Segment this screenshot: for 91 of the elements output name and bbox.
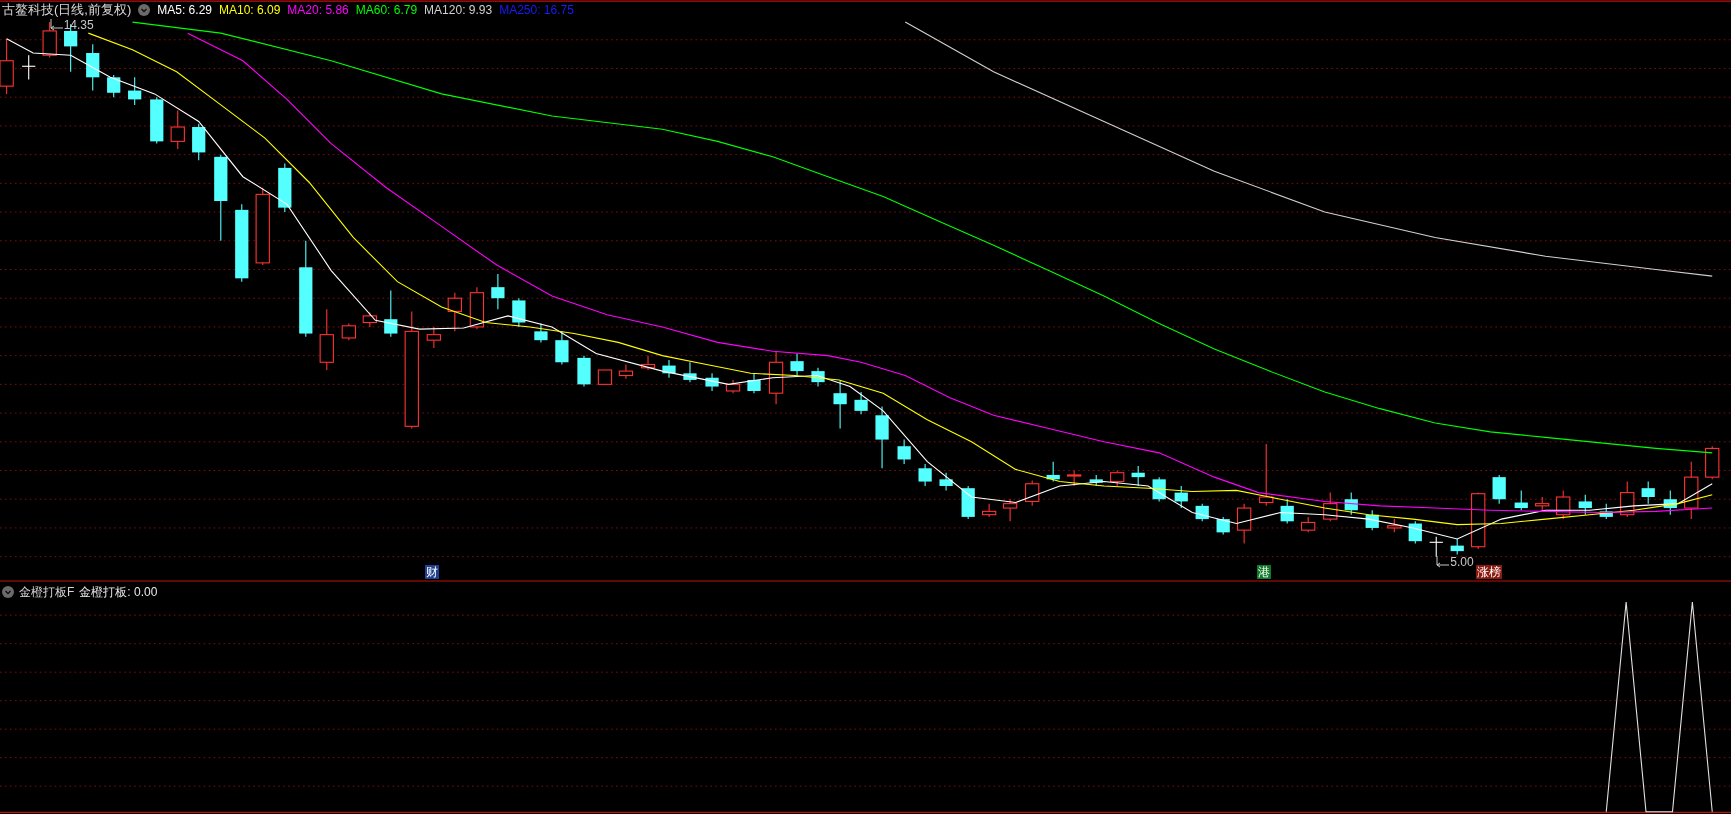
collapse-icon[interactable] (138, 4, 151, 16)
candlestick (577, 355, 591, 388)
candlestick (725, 379, 741, 394)
candlestick (447, 292, 462, 332)
candlestick (1025, 479, 1040, 507)
candlestick (1174, 485, 1188, 509)
candlestick (341, 323, 357, 341)
event-tag[interactable]: 财 (424, 565, 439, 580)
candlestick (618, 363, 634, 380)
candlestick (790, 352, 804, 377)
moving-average-reading: MA20: 5.86 (287, 2, 349, 19)
candlestick (1280, 498, 1294, 525)
candlestick (170, 109, 185, 150)
candlestick (1556, 489, 1571, 520)
candlestick (939, 472, 953, 491)
candlestick (534, 323, 548, 343)
candlestick (21, 54, 36, 81)
candlestick (1046, 461, 1060, 483)
arrow-icon (1436, 555, 1451, 568)
candlestick (278, 162, 292, 213)
candlestick (1684, 461, 1699, 520)
candlestick (426, 326, 442, 349)
low-price-marker: 5.00 (1450, 555, 1474, 568)
candlestick (961, 485, 975, 520)
candlestick (1471, 492, 1486, 550)
candlestick (512, 297, 526, 328)
candlestick (1514, 489, 1528, 511)
indicator-name: 金橙打板F (19, 584, 75, 601)
candlestick (854, 391, 868, 415)
candlestick (705, 372, 719, 392)
candlestick (1131, 465, 1145, 487)
candlestick (981, 503, 997, 518)
candlestick (1237, 503, 1252, 544)
candlestick (469, 286, 485, 330)
moving-average-reading: MA60: 6.79 (355, 2, 418, 19)
moving-average-reading: MA5: 6.29 (157, 2, 212, 19)
candlestick (1429, 536, 1444, 558)
candlestick (768, 350, 784, 405)
candlestick (1705, 445, 1720, 480)
candlestick (640, 355, 656, 371)
candlestick (555, 330, 569, 366)
candlestick (1365, 509, 1379, 531)
candlestick (1620, 481, 1635, 518)
candlestick (1110, 469, 1125, 487)
candlestick (1599, 503, 1613, 520)
candlestick (1641, 481, 1655, 505)
candlestick (1066, 469, 1082, 487)
event-tag[interactable]: 港 (1257, 565, 1271, 580)
event-tag[interactable]: 涨榜 (1475, 565, 1502, 580)
chart-title: 古鳌科技(日线,前复权) (2, 1, 132, 20)
candlestick (192, 123, 206, 161)
candlestick (1578, 494, 1592, 516)
candlestick (833, 380, 847, 430)
candlestick (1259, 443, 1274, 507)
candlestick (1408, 520, 1422, 544)
candlestick (128, 76, 142, 106)
candlestick (1535, 496, 1550, 511)
high-price-marker: 14.35 (63, 18, 94, 31)
candlestick (1323, 492, 1338, 522)
indicator-reading: 金橙打板: 0.00 (79, 584, 158, 601)
candlestick (683, 361, 697, 383)
candlestick (1216, 516, 1230, 536)
candlestick (875, 405, 889, 469)
candlestick (662, 359, 676, 379)
candlestick (918, 463, 932, 487)
arrow-icon (49, 18, 64, 31)
candlestick (1663, 489, 1677, 516)
candlestick (150, 96, 164, 145)
candlestick (1002, 498, 1018, 522)
candlestick (1089, 474, 1103, 487)
candlestick (362, 312, 377, 328)
moving-average-reading: MA10: 6.09 (219, 2, 281, 19)
candlestick (811, 367, 825, 388)
candlestick (42, 21, 57, 58)
candlestick (897, 439, 911, 465)
candlestick (1492, 474, 1506, 505)
candlestick (384, 289, 398, 338)
candlestick (491, 273, 505, 310)
moving-average-reading: MA120: 9.93 (424, 2, 493, 19)
collapse-icon[interactable] (2, 586, 14, 598)
candlestick (319, 308, 334, 371)
candlestick (1387, 518, 1402, 533)
candlestick (1301, 516, 1316, 533)
candlestick (1195, 503, 1209, 522)
candlestick (1344, 492, 1358, 516)
candlestick (86, 43, 100, 92)
candlestick (107, 74, 121, 98)
candlestick (1450, 538, 1464, 555)
moving-average-reading: MA250: 16.75 (499, 2, 574, 19)
candlestick (597, 369, 613, 385)
candlestick (747, 372, 761, 394)
